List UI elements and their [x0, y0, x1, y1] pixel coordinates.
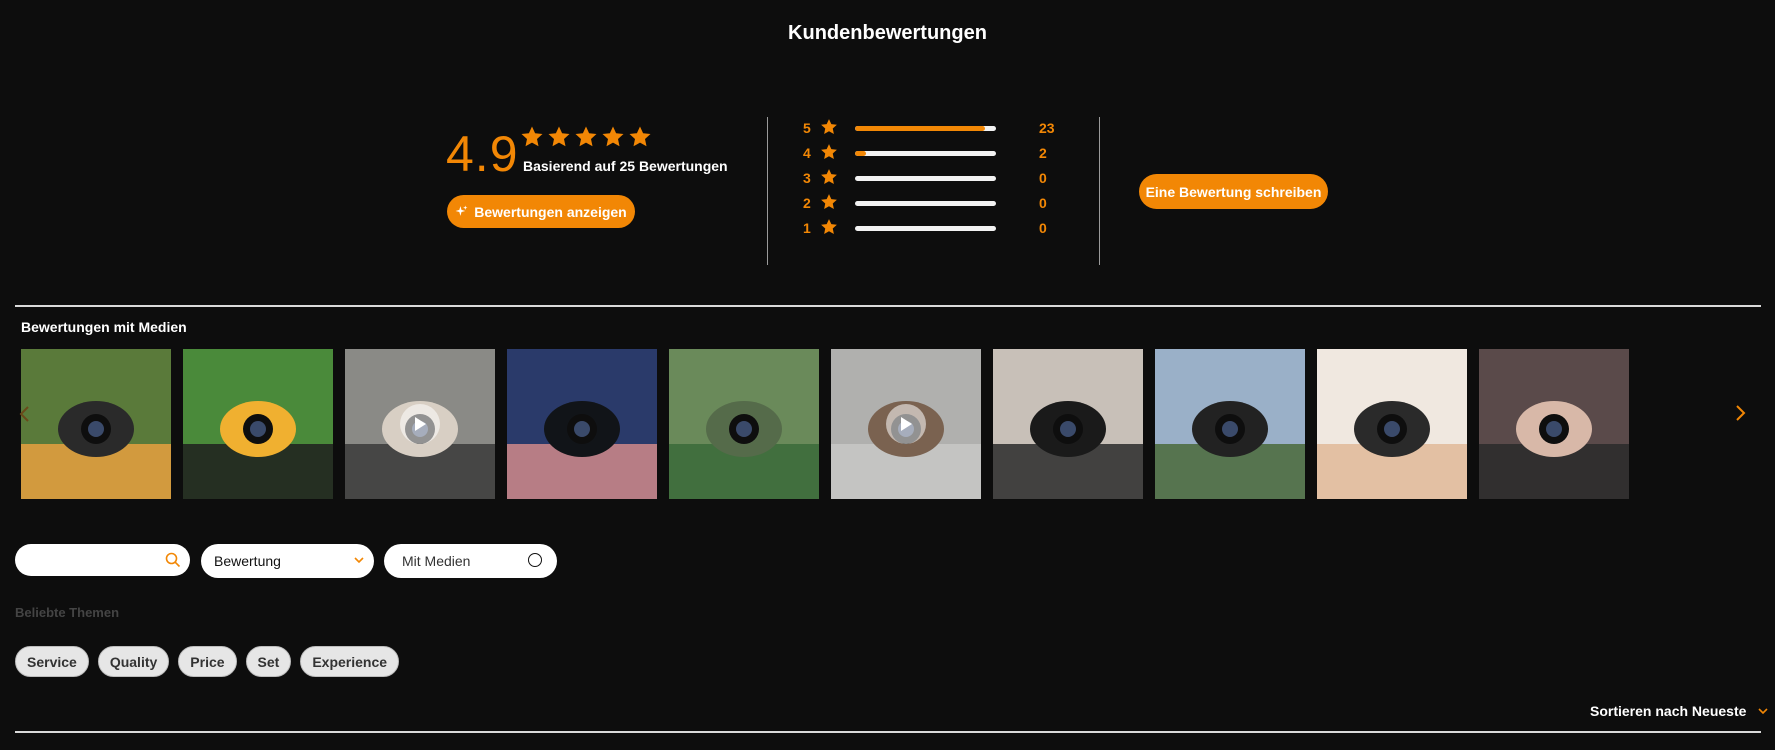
child-with-camera-icon	[669, 349, 819, 499]
histogram-bar	[855, 201, 996, 206]
summary-divider-right	[1099, 117, 1100, 265]
histogram-stars: 2	[803, 195, 811, 211]
histogram-bar	[855, 151, 996, 156]
media-filter-radio[interactable]	[528, 553, 542, 567]
review-count-text: Basierend auf 25 Bewertungen	[523, 158, 728, 174]
media-thumbnail[interactable]	[183, 349, 333, 499]
search-icon[interactable]	[165, 552, 181, 568]
media-section-title: Bewertungen mit Medien	[21, 319, 187, 335]
topic-chip[interactable]: Service	[15, 646, 89, 677]
media-thumbnail[interactable]	[21, 349, 171, 499]
topic-chips: Service Quality Price Set Experience	[15, 646, 400, 677]
media-filter-toggle[interactable]: Mit Medien	[384, 544, 557, 578]
average-stars	[520, 125, 652, 149]
camera-on-tripod-mountains-icon	[1155, 349, 1305, 499]
sort-dropdown[interactable]: Sortieren nach Neueste	[1590, 703, 1768, 719]
camera-at-sunset-beach-icon	[507, 349, 657, 499]
histogram-count: 2	[1039, 145, 1047, 161]
chevron-down-icon	[1758, 708, 1768, 715]
show-reviews-label: Bewertungen anzeigen	[474, 203, 627, 220]
chevron-down-icon	[354, 557, 364, 564]
star-icon	[575, 126, 597, 147]
play-icon[interactable]	[400, 404, 440, 444]
woman-with-camera-icon	[21, 349, 171, 499]
histogram-row[interactable]: 5 23	[800, 116, 1080, 141]
histogram-stars: 1	[803, 220, 811, 236]
histogram-bar	[855, 226, 996, 231]
sort-label: Sortieren nach Neueste	[1590, 703, 1747, 719]
histogram-row[interactable]: 1 0	[800, 216, 1080, 241]
histogram-row[interactable]: 3 0	[800, 166, 1080, 191]
woman-holding-camera-icon	[1479, 349, 1629, 499]
histogram-count: 0	[1039, 195, 1047, 211]
topic-chip[interactable]: Set	[245, 646, 292, 677]
histogram-stars: 3	[803, 170, 811, 186]
histogram-stars: 5	[803, 120, 811, 136]
section-divider-top	[15, 305, 1761, 307]
gallery-next-arrow-icon[interactable]	[1733, 403, 1747, 423]
page-title: Kundenbewertungen	[788, 22, 987, 44]
star-icon	[821, 169, 837, 184]
histogram-bar	[855, 176, 996, 181]
star-icon	[548, 126, 570, 147]
popular-topics-label: Beliebte Themen	[15, 605, 120, 620]
media-thumbnail[interactable]	[1479, 349, 1629, 499]
histogram-count: 0	[1039, 170, 1047, 186]
media-filter-label: Mit Medien	[402, 553, 471, 569]
show-reviews-button[interactable]: Bewertungen anzeigen	[447, 195, 635, 228]
histogram-bar-fill	[855, 126, 985, 131]
media-thumbnail-video[interactable]	[831, 349, 981, 499]
search-input[interactable]	[29, 550, 163, 572]
topic-chip[interactable]: Price	[178, 646, 237, 677]
star-icon	[821, 119, 837, 134]
write-review-button[interactable]: Eine Bewertung schreiben	[1139, 174, 1328, 209]
histogram-stars: 4	[803, 145, 811, 161]
topic-chip[interactable]: Quality	[97, 646, 170, 677]
histogram-bar	[855, 126, 996, 131]
star-icon	[821, 219, 837, 234]
star-icon	[629, 126, 651, 147]
media-thumbnail[interactable]	[1155, 349, 1305, 499]
write-review-label: Eine Bewertung schreiben	[1145, 183, 1322, 200]
star-icon	[521, 126, 543, 147]
man-holding-dslr-icon	[993, 349, 1143, 499]
media-thumbnail[interactable]	[669, 349, 819, 499]
star-icon	[602, 126, 624, 147]
media-thumbnail[interactable]	[993, 349, 1143, 499]
hands-holding-lens-icon	[1317, 349, 1467, 499]
media-thumbnail-video[interactable]	[345, 349, 495, 499]
gallery-prev-arrow-icon[interactable]	[18, 404, 32, 424]
media-thumbnail[interactable]	[1317, 349, 1467, 499]
section-divider-bottom	[15, 731, 1761, 733]
media-gallery	[21, 349, 1629, 499]
average-rating: 4.9	[446, 126, 519, 182]
media-thumbnail[interactable]	[507, 349, 657, 499]
histogram-row[interactable]: 2 0	[800, 191, 1080, 216]
histogram-count: 0	[1039, 220, 1047, 236]
camera-screen-flower-icon	[183, 349, 333, 499]
search-box	[15, 544, 190, 576]
histogram-bar-fill	[855, 151, 867, 156]
star-icon	[821, 194, 837, 209]
histogram-row[interactable]: 4 2	[800, 141, 1080, 166]
summary-divider-left	[767, 117, 768, 265]
rating-filter-label: Bewertung	[214, 553, 281, 569]
sparkle-icon	[455, 205, 468, 216]
topic-chip[interactable]: Experience	[300, 646, 400, 677]
rating-filter-select[interactable]: Bewertung	[201, 544, 374, 578]
star-icon	[821, 144, 837, 159]
play-icon[interactable]	[886, 404, 926, 444]
histogram-count: 23	[1039, 120, 1055, 136]
